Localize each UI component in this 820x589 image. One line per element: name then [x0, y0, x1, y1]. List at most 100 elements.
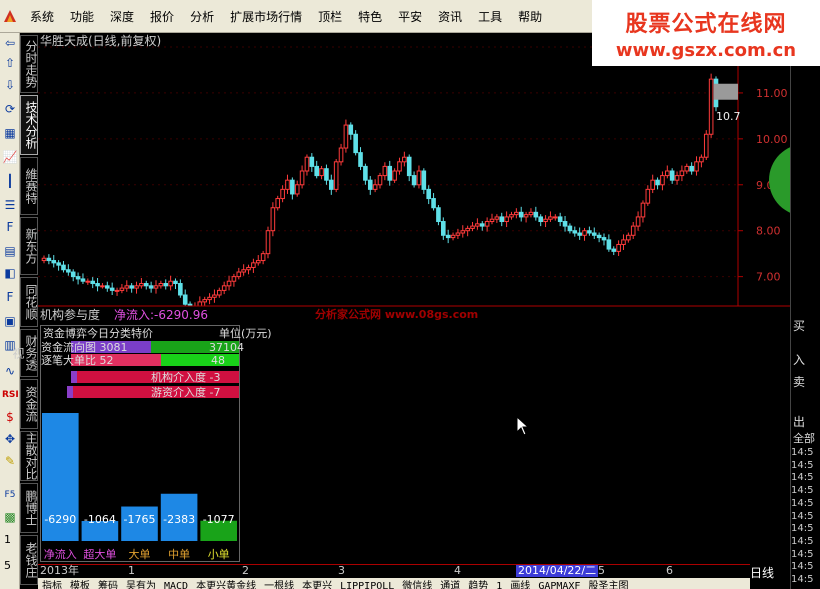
rsi-icon[interactable]: RSI — [2, 387, 19, 403]
grid-icon[interactable]: ▦ — [2, 125, 18, 141]
candle-body — [163, 283, 169, 287]
candle-body — [143, 283, 149, 287]
wave-icon[interactable]: ∿ — [2, 363, 18, 379]
candle-body — [703, 133, 709, 158]
menu-item-10[interactable]: 工具 — [470, 8, 510, 25]
menu-item-0[interactable]: 系统 — [22, 8, 62, 25]
candle-body — [450, 234, 456, 239]
menu-item-11[interactable]: 帮助 — [510, 8, 550, 25]
candle-body — [134, 285, 139, 289]
dollar-icon[interactable]: $ — [2, 409, 18, 425]
candle-body — [479, 223, 485, 227]
menu-item-1[interactable]: 功能 — [62, 8, 102, 25]
menu-items: 系统 功能 深度 报价 分析 扩展市场行情 顶栏 特色 平安 资讯 工具 帮助 — [22, 0, 550, 33]
date-month-5: 5 — [598, 564, 605, 577]
f5-icon[interactable]: F5 — [2, 487, 18, 503]
formula-tab-bar: 指标 模板 筹码 吴有为 MACD 本更兴黄金线 一根线 本更兴 LIPPIPOLL 微信线 通道趋… — [38, 578, 750, 589]
last-price-label: 10.7 — [716, 110, 741, 123]
flow-row3-label: 机构介入度 -3 — [151, 371, 221, 384]
flow-bar-label: 小单 — [208, 548, 230, 561]
candle-body — [538, 216, 543, 223]
formula-tab-5[interactable]: 本更兴黄金线 — [192, 581, 260, 589]
candle-body — [275, 198, 281, 209]
candle-body — [100, 285, 105, 288]
menu-item-9[interactable]: 资讯 — [430, 8, 470, 25]
candlestick-chart[interactable]: 12.0011.0010.009.008.007.00 11.856.1710.… — [38, 33, 790, 306]
candle-body — [674, 175, 680, 181]
arrow-left-icon[interactable]: ⇦ — [2, 35, 18, 51]
vertical-tabs: 分时走势 技术分析 維赛特 新东方 同花顺 财务透视 资金流 主散对比 鹏博士 … — [11, 33, 38, 589]
tab-pengbo[interactable]: 鹏博士 — [20, 483, 38, 533]
candle-body — [699, 156, 704, 163]
line-chart-icon[interactable]: 📈 — [2, 149, 18, 165]
f12-icon[interactable]: F — [2, 289, 18, 305]
formula-tab-12[interactable]: 1 — [492, 581, 506, 589]
candle-icon[interactable]: ┃ — [2, 173, 18, 189]
pencil-icon[interactable]: ✎ — [2, 453, 18, 469]
flow-row1-right: 37104 — [209, 341, 244, 354]
tab-capital-flow[interactable]: 资金流 — [20, 379, 38, 429]
tab-east[interactable]: 新东方 — [20, 217, 38, 275]
tab-vector[interactable]: 維赛特 — [20, 157, 38, 215]
menu-item-7[interactable]: 特色 — [350, 8, 390, 25]
formula-tab-2[interactable]: 筹码 — [94, 581, 122, 589]
menu-item-2[interactable]: 深度 — [102, 8, 142, 25]
tab-laoqian[interactable]: 老钱庄 — [20, 535, 38, 585]
formula-tab-14[interactable]: GAPMAXF — [534, 581, 584, 589]
candle-body — [236, 271, 242, 278]
candle-body — [655, 179, 660, 186]
menu-item-3[interactable]: 报价 — [142, 8, 182, 25]
tab-main-vs-retail[interactable]: 主散对比 — [20, 431, 38, 481]
formula-tab-6[interactable]: 一根线 — [260, 581, 298, 589]
flow-header-right: 单位(万元) — [219, 327, 272, 340]
move-icon[interactable]: ✥ — [2, 431, 18, 447]
candle-body — [309, 156, 315, 167]
candle-body — [557, 216, 563, 223]
formula-tab-0[interactable]: 指标 — [38, 581, 66, 589]
formula-tab-13[interactable]: 画线 — [506, 581, 534, 589]
formula-tab-9[interactable]: 微信线 — [398, 581, 436, 589]
formula-tab-11[interactable]: 趋势 — [464, 581, 492, 589]
page-number-1: 1 — [4, 533, 11, 546]
tab-intraday[interactable]: 分时走势 — [20, 35, 38, 93]
table-icon[interactable]: ▤ — [2, 243, 18, 259]
date-month-4: 4 — [454, 564, 461, 577]
capital-flow-bars: -6290 净流入 -1064 超大单 -1765 大单 -2383 中单 -1077 小单 — [42, 413, 237, 561]
f10-icon[interactable]: F — [2, 219, 18, 235]
period-daily-label[interactable]: 日线 — [750, 564, 790, 580]
trade-time-6: 14:5 — [791, 523, 814, 535]
formula-tab-8[interactable]: LIPPIPOLL — [336, 581, 398, 589]
formula-tab-10[interactable]: 通道 — [436, 581, 464, 589]
arrow-down-icon[interactable]: ⇩ — [2, 77, 18, 93]
menu-item-5[interactable]: 扩展市场行情 — [222, 8, 310, 25]
flow-bar-label: 中单 — [168, 548, 190, 561]
arrow-up-icon[interactable]: ⇧ — [2, 55, 18, 71]
formula-tab-7[interactable]: 本更兴 — [298, 581, 336, 589]
indicator-header: 机构参与度 净流入:-6290.96 分析家公式网 www.08gs.com — [40, 306, 790, 322]
candle-body — [411, 175, 417, 186]
candle-body — [475, 223, 480, 227]
tab-technical[interactable]: 技术分析 — [20, 95, 38, 155]
bookmark-icon[interactable]: ◧ — [2, 265, 18, 281]
menu-item-8[interactable]: 平安 — [390, 8, 430, 25]
news-icon[interactable]: ▣ — [2, 313, 18, 329]
tab-finance[interactable]: 财务透视 — [11, 329, 38, 377]
candle-body — [338, 147, 344, 163]
formula-tab-4[interactable]: MACD — [160, 581, 192, 589]
candle-body — [406, 156, 412, 177]
photo-icon[interactable]: ▩ — [2, 509, 18, 525]
formula-tab-1[interactable]: 模板 — [66, 581, 94, 589]
date-axis: 2013年 1 2 3 4 2014/04/22/二 5 6 — [38, 564, 750, 577]
candle-body — [397, 161, 402, 172]
candle-body — [343, 124, 349, 149]
refresh-icon[interactable]: ⟳ — [2, 101, 18, 117]
formula-tab-3[interactable]: 吴有为 — [122, 581, 160, 589]
candle-body — [158, 283, 164, 287]
menu-item-6[interactable]: 顶栏 — [310, 8, 350, 25]
list-icon[interactable]: ☰ — [2, 197, 18, 213]
menu-item-4[interactable]: 分析 — [182, 8, 222, 25]
formula-tab-15[interactable]: 股圣主图 — [584, 581, 632, 589]
candle-body — [114, 289, 120, 292]
flow-row2-left: 逐笔大单比 52 — [41, 354, 114, 367]
tab-tonghuashun[interactable]: 同花顺 — [20, 277, 38, 327]
